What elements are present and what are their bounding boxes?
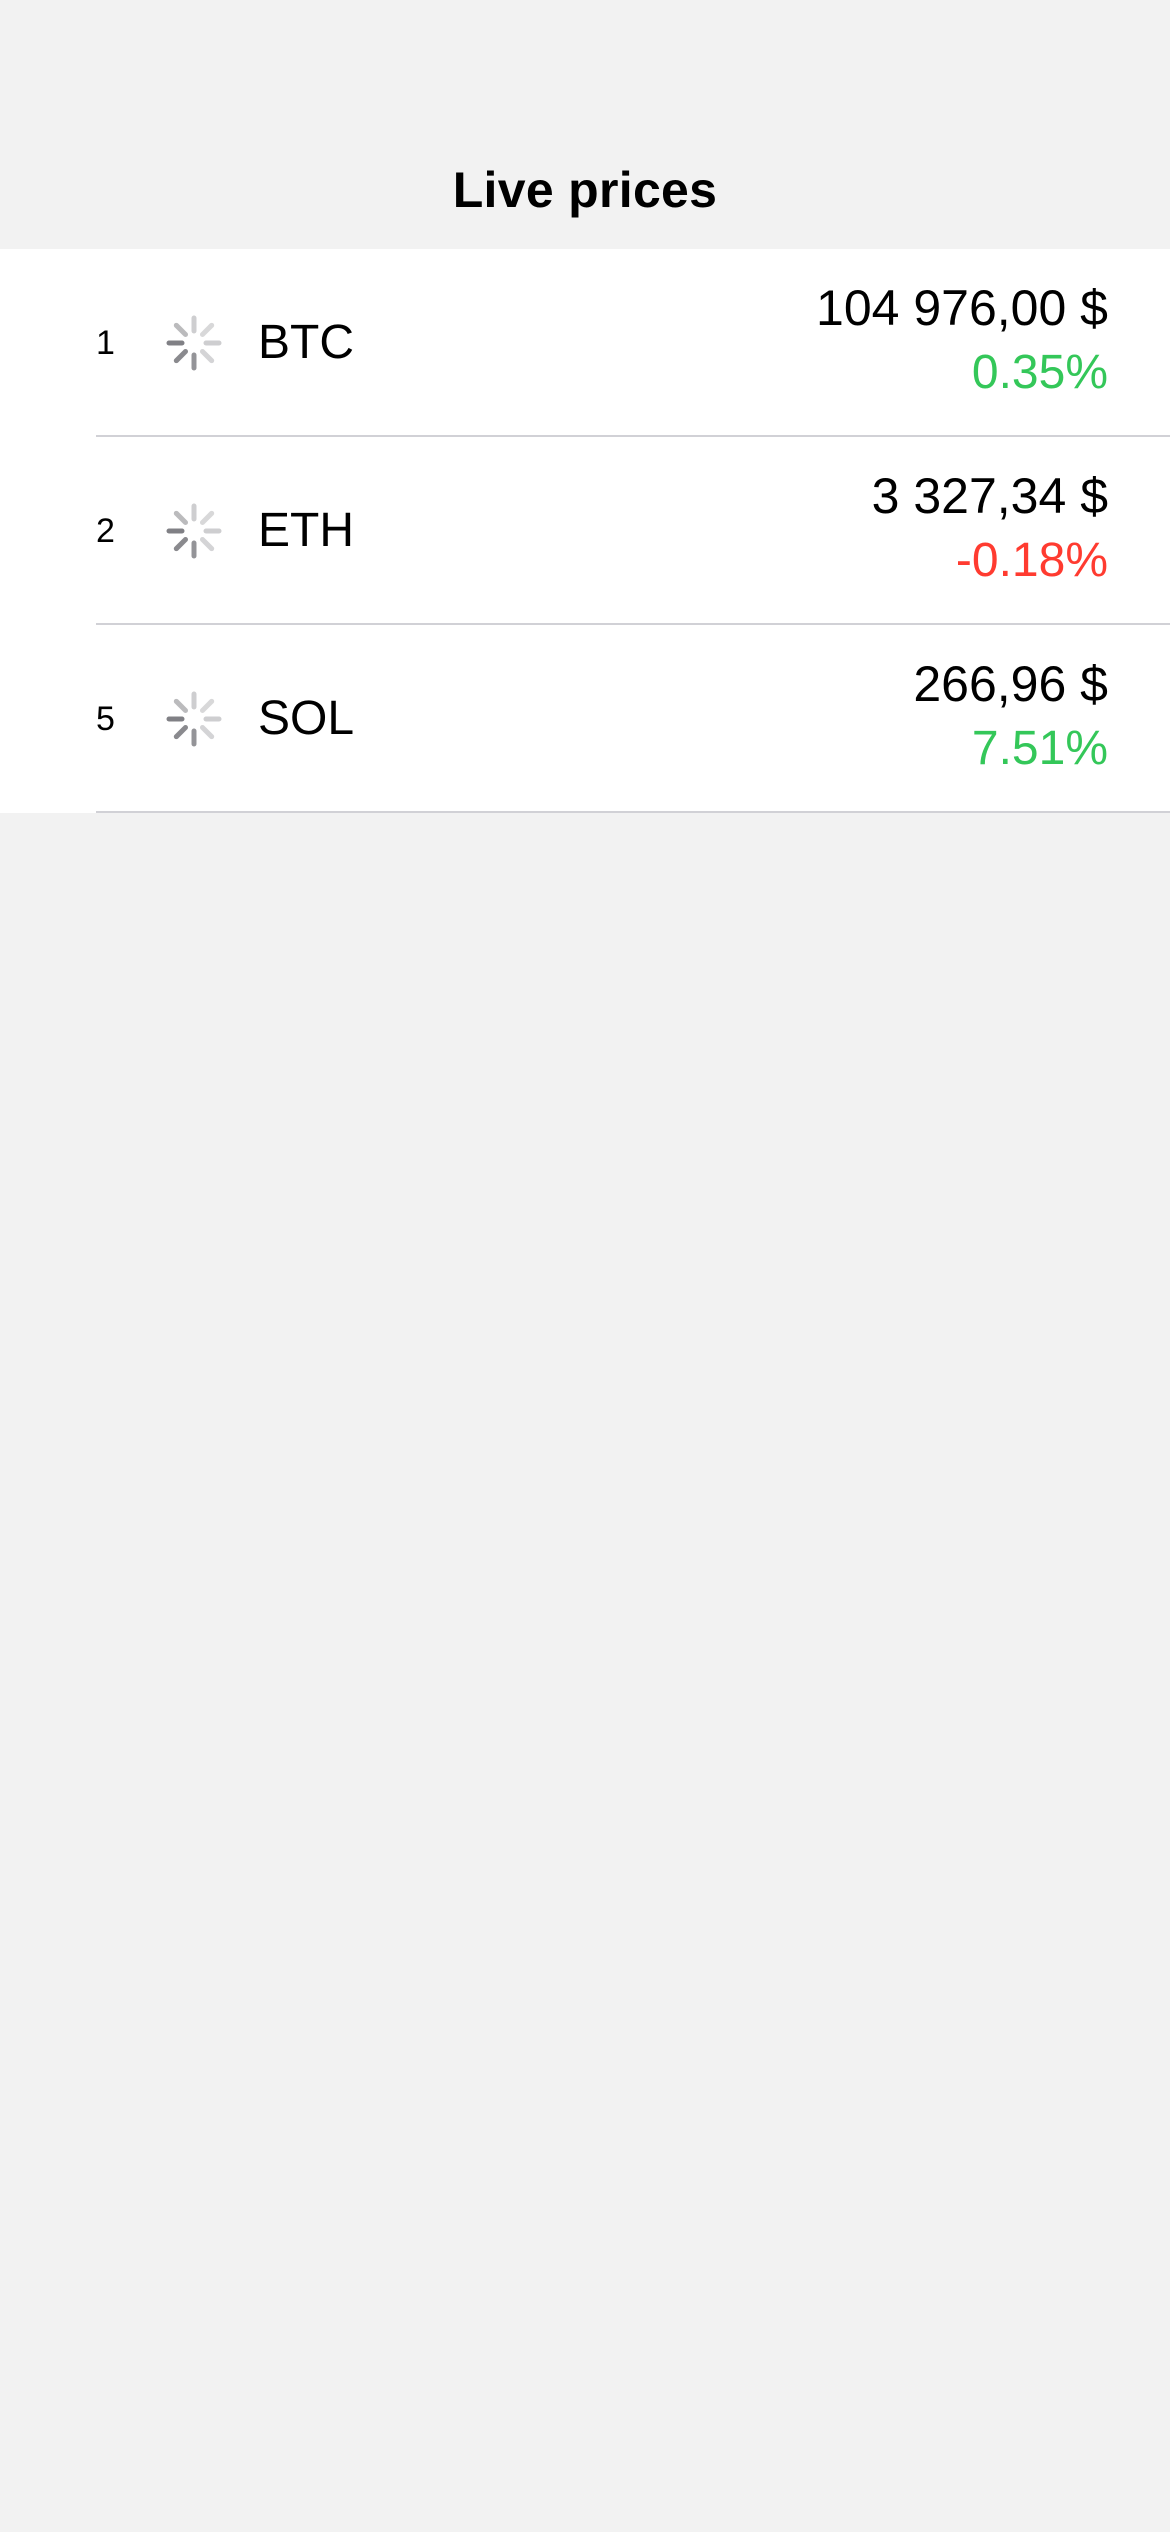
page-title: Live prices	[452, 162, 718, 218]
rank-label: 5	[96, 700, 115, 738]
list-item[interactable]: 5 SOL 266,96 $ 7.51%	[0, 625, 1170, 813]
price-change: 0.35%	[971, 346, 1108, 399]
spinner-spoke	[199, 536, 215, 552]
price-list: 1 BTC 104 976,00 $ 0.35% 2 ETH 3 327,34 …	[0, 249, 1170, 813]
coin-symbol: SOL	[258, 692, 355, 745]
coin-price: 266,96 $	[913, 656, 1108, 712]
rank-label: 2	[96, 512, 115, 550]
price-change: 7.51%	[971, 722, 1108, 775]
coin-symbol: BTC	[258, 316, 354, 369]
coin-symbol: ETH	[258, 504, 354, 557]
list-item[interactable]: 2 ETH 3 327,34 $ -0.18%	[0, 437, 1170, 625]
spinner-spoke	[173, 510, 189, 526]
loading-spinner-icon	[166, 691, 222, 747]
spinner-spoke	[199, 510, 215, 526]
loading-spinner-icon	[166, 315, 222, 371]
spinner-spoke	[173, 724, 189, 740]
spinner-spoke	[199, 698, 215, 714]
row-divider	[96, 811, 1170, 813]
spinner-spoke	[173, 348, 189, 364]
coin-price: 104 976,00 $	[816, 280, 1108, 336]
navigation-bar: Live prices	[0, 0, 1170, 250]
coin-price: 3 327,34 $	[871, 468, 1108, 524]
spinner-spoke	[199, 724, 215, 740]
spinner-spoke	[173, 698, 189, 714]
rank-label: 1	[96, 324, 115, 362]
spinner-spoke	[173, 322, 189, 338]
spinner-spoke	[199, 322, 215, 338]
list-item[interactable]: 1 BTC 104 976,00 $ 0.35%	[0, 249, 1170, 437]
loading-spinner-icon	[166, 503, 222, 559]
spinner-spoke	[173, 536, 189, 552]
spinner-spoke	[199, 348, 215, 364]
price-change: -0.18%	[955, 534, 1108, 587]
